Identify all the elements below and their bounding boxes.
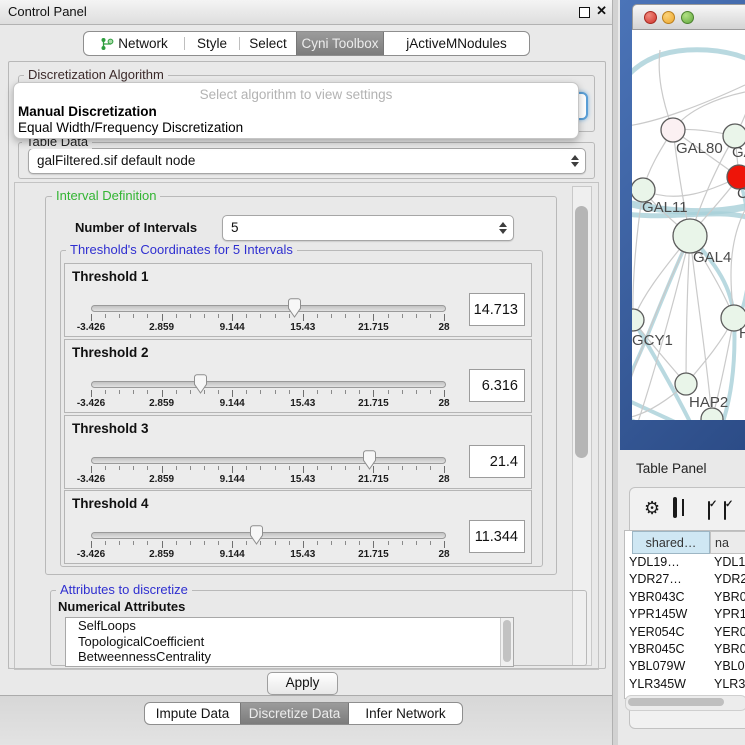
threshold-2-slider-thumb[interactable]: [193, 374, 208, 394]
control-panel-titlebar: Control Panel ✕: [0, 0, 612, 25]
network-node-label: GAL80: [676, 140, 723, 157]
tab-select[interactable]: Select: [240, 32, 296, 55]
threshold-3-slider-thumb[interactable]: [362, 450, 377, 470]
slider-scale-labels: -3.4262.8599.14415.4321.71528: [91, 549, 444, 561]
number-of-intervals-label: Number of Intervals: [75, 220, 197, 235]
checkbox-checked-icon[interactable]: [724, 501, 726, 520]
network-node-GAL80[interactable]: [661, 118, 685, 142]
table-data-combobox[interactable]: galFiltered.sif default node: [28, 148, 586, 174]
tab-cyni-toolbox[interactable]: Cyni Toolbox: [296, 32, 384, 55]
network-node-label: GCY1: [632, 332, 673, 349]
bottom-tabstrip: Impute Data Discretize Data Infer Networ…: [144, 702, 463, 725]
checkbox-checked-icon[interactable]: [708, 501, 710, 520]
network-canvas[interactable]: GAL80GACGAL11GAL4GCY1HHAP2: [632, 30, 745, 420]
network-node-label: H: [739, 325, 745, 342]
divider: [8, 668, 605, 669]
network-node-label: C: [737, 185, 745, 202]
threshold-3-slider-track[interactable]: [91, 457, 446, 464]
gear-icon[interactable]: ⚙: [644, 499, 660, 517]
slider-scale-labels: -3.4262.8599.14415.4321.71528: [91, 398, 444, 410]
slider-scale-labels: -3.4262.8599.14415.4321.71528: [91, 322, 444, 334]
top-tabstrip: Network Style Select Cyni Toolbox jActiv…: [83, 31, 530, 56]
network-node-GCY1[interactable]: [632, 309, 644, 331]
network-node-label: GAL11: [642, 199, 688, 216]
slider-ticks: [91, 314, 444, 322]
table-horizontal-scrollbar[interactable]: [625, 695, 745, 711]
float-panel-icon[interactable]: [579, 7, 590, 18]
close-traffic-light-icon[interactable]: [644, 11, 657, 24]
threshold-4-slider-track[interactable]: [91, 532, 446, 539]
table-row[interactable]: YBR045CYBR0: [625, 642, 745, 659]
slider-ticks: [91, 541, 444, 549]
attributes-group-title: Attributes to discretize: [56, 583, 192, 597]
slider-ticks: [91, 466, 444, 474]
combo-arrows-icon: [571, 155, 579, 167]
network-icon: [100, 37, 114, 51]
threshold-4-value-field[interactable]: 11.344: [469, 520, 525, 553]
threshold-2-panel: Threshold 2 -3.4262.8599.14415.4321.7152…: [64, 339, 532, 413]
network-node-GAL4[interactable]: [673, 219, 707, 253]
threshold-2-slider-track[interactable]: [91, 381, 446, 388]
algorithm-option-manual[interactable]: Manual Discretization: [18, 104, 157, 119]
node-table: shared… na YDL19…YDL1YDR27…YDR2YBR043CYB…: [624, 530, 745, 699]
table-row[interactable]: YPR145WYPR1: [625, 607, 745, 624]
table-row[interactable]: YER054CYER0: [625, 625, 745, 642]
close-panel-icon[interactable]: ✕: [596, 3, 607, 19]
settings-scrollbar-thumb[interactable]: [575, 206, 588, 458]
threshold-4-panel: Threshold 4 -3.4262.8599.14415.4321.7152…: [64, 490, 532, 564]
numerical-attributes-label: Numerical Attributes: [58, 599, 185, 614]
number-of-intervals-combobox[interactable]: 5: [222, 215, 514, 241]
table-row[interactable]: YLR345WYLR3: [625, 677, 745, 694]
apply-button[interactable]: Apply: [267, 672, 338, 695]
threshold-1-value-field[interactable]: 14.713: [469, 293, 525, 326]
tab-jactivemnodules[interactable]: jActiveMNodules: [384, 32, 529, 55]
attribute-item[interactable]: BetweennessCentrality: [66, 649, 513, 665]
numerical-attributes-list[interactable]: SelfLoopsTopologicalCoefficientBetweenne…: [65, 617, 514, 667]
discretization-algorithm-title: Discretization Algorithm: [24, 68, 168, 82]
network-window-titlebar[interactable]: [632, 4, 745, 30]
threshold-1-slider-thumb[interactable]: [287, 298, 302, 318]
table-row[interactable]: YBR043CYBR0: [625, 590, 745, 607]
algorithm-placeholder: Select algorithm to view settings: [14, 87, 578, 102]
table-panel-title: Table Panel: [636, 461, 707, 476]
column-header-shared-name[interactable]: shared…: [632, 531, 710, 554]
network-node-label: GA: [732, 144, 745, 161]
tab-style[interactable]: Style: [185, 32, 239, 55]
threshold-2-value-field[interactable]: 6.316: [469, 369, 525, 402]
tab-discretize-data[interactable]: Discretize Data: [240, 703, 349, 724]
list-scrollbar[interactable]: [500, 618, 513, 666]
threshold-3-value-field[interactable]: 21.4: [469, 445, 525, 478]
tab-network[interactable]: Network: [84, 32, 184, 55]
column-header-name[interactable]: na: [710, 531, 745, 554]
thresholds-group-title: Threshold's Coordinates for 5 Intervals: [66, 243, 297, 257]
algorithm-option-equal-width[interactable]: Equal Width/Frequency Discretization: [18, 120, 243, 135]
threshold-3-panel: Threshold 3 -3.4262.8599.14415.4321.7152…: [64, 415, 532, 489]
interval-definition-title: Interval Definition: [52, 189, 160, 203]
tab-infer-network[interactable]: Infer Network: [349, 703, 462, 724]
table-row[interactable]: YDL19…YDL1: [625, 555, 745, 572]
table-row[interactable]: YDR27…YDR2: [625, 572, 745, 589]
tab-impute-data[interactable]: Impute Data: [145, 703, 240, 724]
zoom-traffic-light-icon[interactable]: [681, 11, 694, 24]
screen: Control Panel ✕ Network Style Select Cyn…: [0, 0, 745, 745]
split-columns-icon[interactable]: [673, 497, 677, 518]
slider-ticks: [91, 390, 444, 398]
combo-arrows-icon: [499, 222, 507, 234]
threshold-1-slider-track[interactable]: [91, 305, 446, 312]
attribute-item[interactable]: TopologicalCoefficient: [66, 634, 513, 650]
network-node-HAP2[interactable]: [675, 373, 697, 395]
panel-title: Control Panel: [8, 4, 87, 19]
threshold-4-slider-thumb[interactable]: [249, 525, 264, 545]
threshold-1-panel: Threshold 1 -3.4262.8599.14415.4321.7152…: [64, 263, 532, 337]
minimize-traffic-light-icon[interactable]: [662, 11, 675, 24]
table-row[interactable]: YBL079WYBL0: [625, 659, 745, 676]
table-rows: YDL19…YDL1YDR27…YDR2YBR043CYBR0YPR145WYP…: [625, 555, 745, 699]
attribute-item[interactable]: SelfLoops: [66, 618, 513, 634]
slider-scale-labels: -3.4262.8599.14415.4321.71528: [91, 474, 444, 486]
network-node-label: GAL4: [693, 249, 731, 266]
algorithm-dropdown-popup: Select algorithm to view settings Manual…: [13, 82, 579, 139]
